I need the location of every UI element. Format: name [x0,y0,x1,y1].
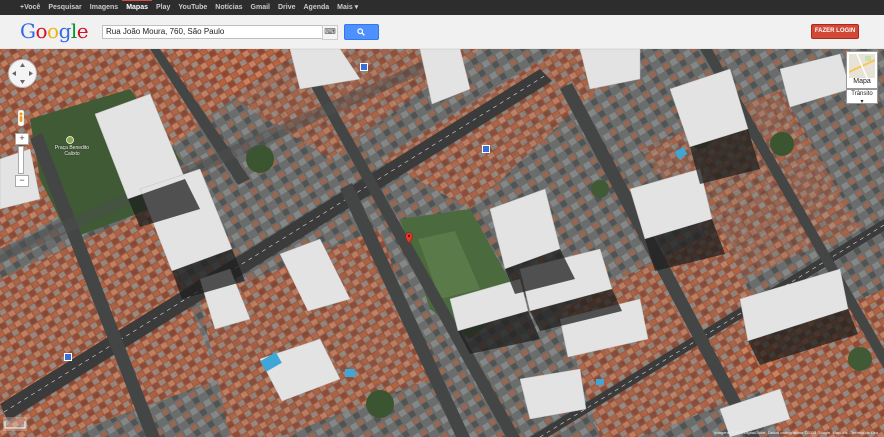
zoom-slider[interactable] [18,146,24,174]
zoom-out-button[interactable]: − [15,175,29,187]
google-top-bar: +Você Pesquisar Imagens Mapas Play YouTu… [0,0,884,15]
bus-stop-icon[interactable] [360,63,368,71]
satellite-map[interactable]: Praça Benedito Calixto + − Mapa Trânsito… [0,49,884,437]
transit-label: Trânsito [851,91,873,97]
topbar-item-noticias[interactable]: Notícias [211,0,246,15]
park-poi-icon[interactable] [66,136,74,144]
satellite-imagery [0,49,884,437]
topbar-item-play[interactable]: Play [152,0,174,15]
topbar-item-youtube[interactable]: YouTube [174,0,211,15]
street-view-pegman-icon[interactable] [16,108,26,128]
bus-stop-icon[interactable] [64,353,72,361]
keyboard-icon[interactable]: ⌨ [322,25,338,40]
topbar-item-imagens[interactable]: Imagens [86,0,122,15]
topbar-item-pesquisar[interactable]: Pesquisar [44,0,85,15]
logo-letter: g [58,19,72,43]
zoom-control: + − [15,133,29,187]
logo-letter: o [47,19,59,43]
chevron-down-icon: ▾ [860,99,864,105]
search-input[interactable]: Rua João Moura, 760, São Paulo [102,25,328,39]
transit-layer-button[interactable]: Trânsito ▾ [846,89,878,105]
scale-bar [3,417,27,431]
map-attribution[interactable]: Imagens ©2013 DigitalGlobe, Dados cartog… [714,430,878,435]
logo-letter: o [35,19,48,43]
bus-stop-icon[interactable] [482,145,490,153]
topbar-item-mapas[interactable]: Mapas [122,0,152,16]
map-thumbnail-icon [849,54,875,78]
maps-header: Google Rua João Moura, 760, São Paulo ⌨ … [0,15,884,49]
topbar-item-agenda[interactable]: Agenda [300,0,334,15]
location-marker-icon[interactable] [405,232,413,244]
topbar-item-gmail[interactable]: Gmail [247,0,274,15]
google-logo[interactable]: Google [20,19,89,43]
map-type-label: Mapa [853,78,871,85]
map-thumbnail [849,54,875,78]
topbar-item-mais[interactable]: Mais ▾ [333,0,362,15]
pan-control[interactable] [8,59,37,88]
map-type-button[interactable]: Mapa [846,51,878,89]
zoom-in-button[interactable]: + [15,133,29,145]
topbar-item-drive[interactable]: Drive [274,0,300,15]
poi-label[interactable]: Praça Benedito Calixto [52,145,92,157]
login-button[interactable]: FAZER LOGIN [811,24,859,39]
search-icon [357,28,365,36]
logo-letter: G [20,19,36,43]
search-button[interactable] [344,24,379,40]
topbar-item-voce[interactable]: +Você [0,0,44,15]
pan-arrows-icon [12,63,33,84]
logo-letter: e [76,19,89,43]
